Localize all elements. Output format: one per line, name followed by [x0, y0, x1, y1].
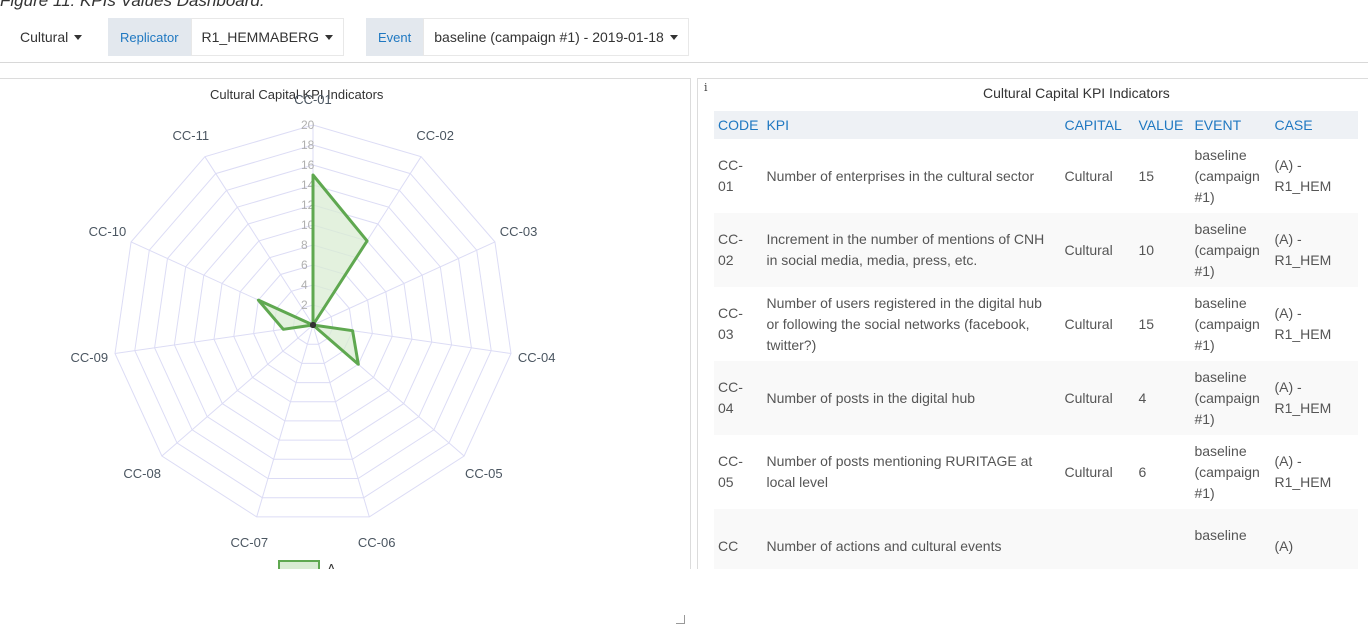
cell-value: 15 — [1138, 315, 1155, 332]
col-header-capital[interactable]: CAPITAL — [1060, 111, 1135, 139]
table-row[interactable]: CC- 03 Number of users registered in the d… — [714, 287, 1358, 361]
cell-code: CC- 01 — [718, 157, 743, 194]
cell-event: baseline (campaign #1) — [1194, 442, 1260, 501]
axis-label: CC-08 — [123, 466, 161, 481]
replicator-label: Replicator — [108, 18, 191, 56]
col-header-kpi[interactable]: KPI — [762, 111, 1061, 139]
radar-chart: 2468101214161820CC-01CC-02CC-03CC-04CC-0… — [71, 92, 556, 569]
chevron-down-icon — [325, 34, 333, 40]
data-point — [310, 322, 316, 328]
series-area — [256, 173, 369, 366]
cell-case: (A) - R1_HEM — [1274, 157, 1332, 194]
table-row[interactable]: CC- 02 Increment in the number of mentions… — [714, 213, 1359, 287]
table-row[interactable]: CC- 01 Number of enterprises in the cultur… — [714, 139, 1358, 213]
cell-kpi: Number of users registered in the digita… — [766, 294, 1042, 353]
tick-label: 6 — [301, 258, 308, 272]
cell-capital — [1060, 509, 1135, 569]
axis-label: CC-03 — [500, 224, 538, 239]
cell-kpi: Number of actions and cultural events — [762, 509, 1061, 569]
figure-caption: Figure 11: KPIs Values Dashboard. — [0, 0, 265, 10]
event-filter: Event baseline (campaign #1) - 2019-01-1… — [366, 18, 689, 56]
table-panel: i Cultural Capital KPI Indicators CODE K… — [697, 78, 1368, 569]
cell-code: CC- 05 — [718, 453, 743, 490]
col-header-case[interactable]: CASE — [1270, 111, 1359, 139]
cell-capital: Cultural — [1060, 361, 1135, 435]
chart-panel: Cultural Capital KPI Indicators 2 4 6 8 10 12… — [0, 78, 691, 624]
filter-toolbar: Cultural Replicator R1_HEMMABERG Event b… — [0, 12, 1368, 63]
cell-capital: Cultural — [1064, 463, 1113, 480]
table-row[interactable]: CC Number of actions and cultural events b… — [714, 509, 1359, 569]
tick-label: 8 — [301, 238, 308, 252]
cell-event: baseline (campaign #1) — [1190, 213, 1271, 287]
axis-label: CC-01 — [294, 92, 332, 107]
cell-event: baseline — [1190, 509, 1271, 569]
event-dropdown[interactable]: baseline (campaign #1) - 2019-01-18 — [423, 18, 689, 56]
axis-label: CC-07 — [231, 535, 269, 550]
cell-event: baseline (campaign #1) — [1194, 294, 1260, 353]
tick-label: 20 — [301, 118, 315, 132]
col-header-value[interactable]: VALUE — [1134, 111, 1191, 139]
chevron-down-icon — [74, 34, 83, 40]
cell-code: CC- 03 — [718, 305, 743, 342]
cell-value: 6 — [1138, 463, 1147, 480]
cell-case: (A) - R1_HEM — [1270, 361, 1359, 435]
cell-capital: Cultural — [1060, 213, 1135, 287]
cell-event: baseline (campaign #1) — [1190, 361, 1271, 435]
cell-kpi: Number of enterprises in the cultural se… — [766, 167, 1035, 184]
table-header-row: CODE KPI CAPITAL VALUE EVENT CASE — [714, 111, 1359, 139]
tick-label: 18 — [301, 138, 315, 152]
cell-capital: Cultural — [1064, 315, 1113, 332]
cell-kpi: Number of posts mentioning RURITAGE at l… — [766, 453, 1033, 490]
cell-code: CC — [714, 509, 763, 569]
event-value: baseline (campaign #1) - 2019-01-18 — [434, 29, 664, 45]
table-clip: CODE KPI CAPITAL VALUE EVENT CASE CC- 01 N… — [698, 79, 1368, 569]
cell-event: baseline (campaign #1) — [1194, 146, 1260, 205]
col-header-code[interactable]: CODE — [714, 111, 763, 139]
chevron-down-icon — [669, 34, 678, 40]
cell-case: (A) — [1270, 509, 1359, 569]
table-row[interactable]: CC- 05 Number of posts mentioning RURITAGE… — [714, 435, 1358, 509]
axis-label: CC-06 — [358, 535, 396, 550]
axis-label: CC-09 — [71, 350, 109, 365]
cell-case: (A) - R1_HEM — [1274, 453, 1332, 490]
axis-label: CC-10 — [89, 224, 127, 239]
axis-label: CC-05 — [465, 466, 503, 481]
table-row[interactable]: CC- 04 Number of posts in the digital hub C… — [714, 361, 1359, 435]
replicator-dropdown[interactable]: R1_HEMMABERG — [190, 18, 344, 56]
cell-case: (A) - R1_HEM — [1274, 305, 1332, 342]
axis-label: CC-11 — [172, 128, 209, 143]
tick-label: 16 — [301, 158, 315, 172]
replicator-value: R1_HEMMABERG — [201, 29, 319, 45]
resize-handle[interactable] — [676, 615, 685, 624]
cell-value: 15 — [1138, 167, 1155, 184]
col-header-event[interactable]: EVENT — [1190, 111, 1271, 139]
cell-code: CC- 04 — [714, 361, 763, 435]
axis-label: CC-02 — [416, 128, 454, 143]
capital-value: Cultural — [20, 29, 69, 45]
cell-kpi: Increment in the number of mentions of C… — [762, 213, 1061, 287]
event-label: Event — [366, 18, 424, 56]
cell-kpi: Number of posts in the digital hub — [762, 361, 1061, 435]
axis-label: CC-04 — [518, 350, 556, 365]
cell-value: 4 — [1134, 361, 1191, 435]
cell-value — [1134, 509, 1191, 569]
cell-case: (A) - R1_HEM — [1270, 213, 1359, 287]
cell-capital: Cultural — [1064, 167, 1113, 184]
tick-label: 2 — [301, 298, 308, 312]
kpi-table: CODE KPI CAPITAL VALUE EVENT CASE CC- 01 N… — [714, 111, 1359, 569]
tick-label: 4 — [301, 278, 308, 292]
replicator-filter: Replicator R1_HEMMABERG — [108, 18, 344, 56]
cell-code: CC- 02 — [714, 213, 763, 287]
capital-dropdown[interactable]: Cultural — [10, 18, 93, 56]
cell-value: 10 — [1134, 213, 1191, 287]
